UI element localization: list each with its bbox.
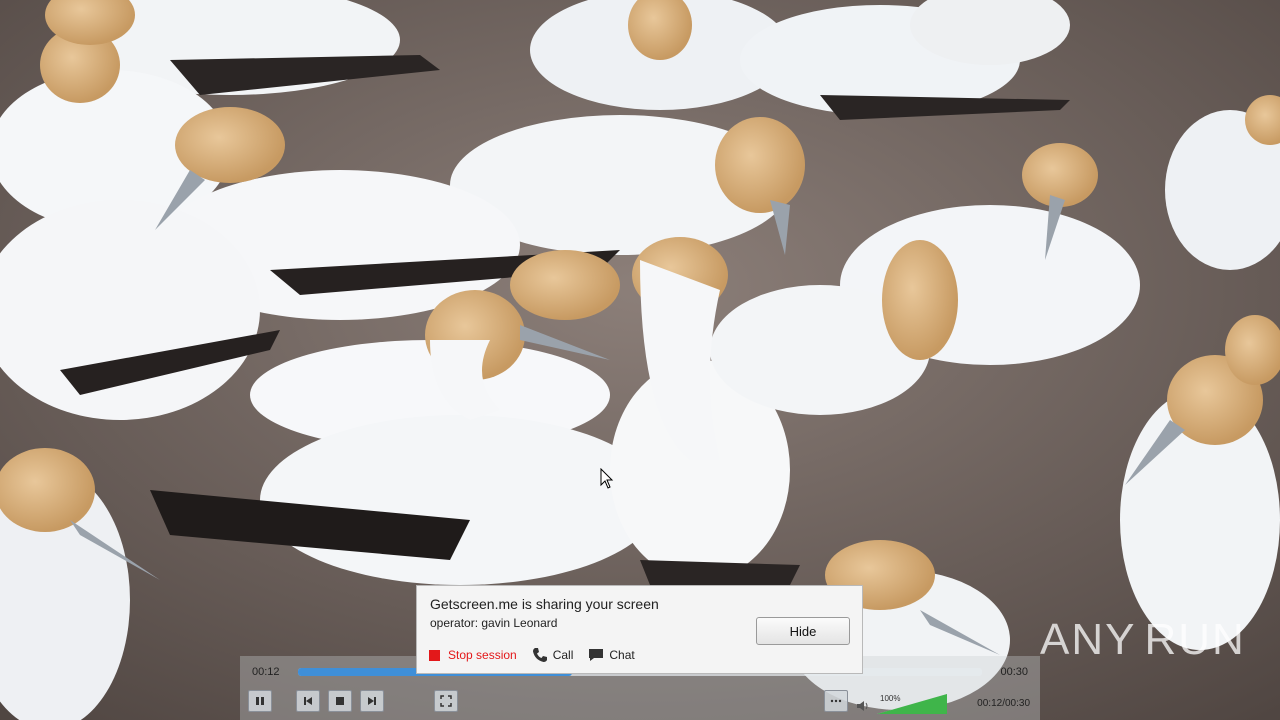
current-time-label: 00:12	[252, 666, 280, 678]
chat-label: Chat	[609, 648, 635, 662]
speaker-icon[interactable]	[856, 700, 870, 715]
stop-icon	[336, 697, 344, 705]
fullscreen-icon	[440, 695, 452, 707]
playlist-button[interactable]	[824, 690, 848, 712]
previous-button[interactable]	[296, 690, 320, 712]
call-label: Call	[552, 648, 574, 662]
volume-percent-label: 100%	[880, 694, 901, 703]
skip-forward-icon	[368, 697, 376, 705]
screen-sharing-notification: Getscreen.me is sharing your screen oper…	[416, 585, 863, 674]
time-readout: 00:12/00:30	[977, 698, 1030, 709]
stop-session-label: Stop session	[448, 648, 517, 662]
anyrun-watermark: ANY RUN	[1040, 610, 1244, 670]
next-button[interactable]	[360, 690, 384, 712]
chat-bubble-icon	[589, 649, 604, 661]
phone-icon	[532, 648, 547, 662]
hide-button[interactable]: Hide	[756, 617, 850, 645]
watermark-text-left: ANY	[1040, 615, 1137, 664]
total-time-label: 00:30	[1000, 666, 1028, 678]
session-actions: Stop session Call Chat	[429, 646, 649, 664]
speaker-glyph	[857, 701, 868, 711]
stop-session-button[interactable]: Stop session	[429, 648, 517, 662]
skip-back-icon	[304, 697, 312, 705]
stop-square-icon	[429, 649, 440, 661]
operator-label: operator: gavin Leonard	[430, 616, 558, 630]
fullscreen-button[interactable]	[434, 690, 458, 712]
chat-button[interactable]: Chat	[587, 646, 635, 664]
more-icon	[830, 699, 842, 703]
sharing-title: Getscreen.me is sharing your screen	[430, 596, 659, 612]
watermark-text-right: RUN	[1144, 615, 1246, 664]
mouse-pointer-icon	[600, 468, 614, 489]
pause-icon	[256, 697, 264, 705]
call-button[interactable]: Call	[531, 646, 574, 664]
stop-button[interactable]	[328, 690, 352, 712]
pause-button[interactable]	[248, 690, 272, 712]
